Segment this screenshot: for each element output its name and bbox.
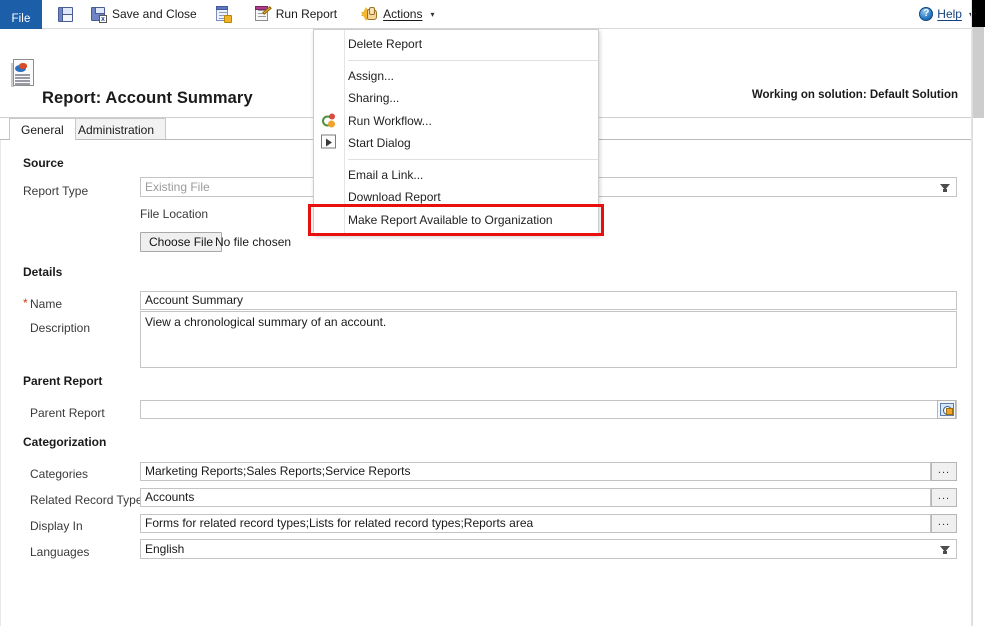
categories-label: Categories bbox=[30, 467, 88, 481]
run-report-icon bbox=[255, 6, 271, 22]
menu-item-run-workflow[interactable]: Run Workflow... bbox=[314, 110, 598, 133]
file-location-label: File Location bbox=[140, 207, 208, 221]
display-in-input[interactable]: Forms for related record types;Lists for… bbox=[140, 514, 931, 533]
actions-icon bbox=[361, 6, 378, 22]
description-label: Description bbox=[30, 321, 90, 335]
display-in-ellipsis-label: ... bbox=[938, 518, 950, 526]
tab-administration-label: Administration bbox=[78, 123, 154, 137]
menu-item-label: Email a Link... bbox=[348, 168, 423, 182]
menu-item-make-report-available-to-organization[interactable]: Make Report Available to Organization bbox=[314, 209, 598, 232]
crm-report-form-window: File x Save and Close bbox=[0, 0, 985, 626]
menu-item-start-dialog[interactable]: Start Dialog bbox=[314, 132, 598, 155]
display-in-ellipsis-button[interactable]: ... bbox=[931, 514, 957, 533]
categories-value: Marketing Reports;Sales Reports;Service … bbox=[145, 464, 410, 478]
chevron-down-stem bbox=[943, 189, 947, 192]
tab-general[interactable]: General bbox=[9, 118, 76, 140]
actions-dropdown-menu: Delete Report Assign... Sharing... Run W… bbox=[313, 29, 599, 235]
run-report-label: Run Report bbox=[276, 8, 337, 20]
required-asterisk: * bbox=[23, 296, 28, 310]
menu-item-label: Run Workflow... bbox=[348, 114, 432, 128]
chevron-down-icon: ▾ bbox=[430, 10, 434, 19]
menu-item-assign[interactable]: Assign... bbox=[314, 65, 598, 88]
section-title-categorization: Categorization bbox=[23, 435, 106, 449]
menu-item-download-report[interactable]: Download Report bbox=[314, 186, 598, 209]
vertical-scrollbar[interactable] bbox=[972, 0, 985, 626]
parent-report-input[interactable] bbox=[140, 400, 957, 419]
menu-item-sharing[interactable]: Sharing... bbox=[314, 87, 598, 110]
related-record-types-label: Related Record Types bbox=[30, 493, 149, 507]
file-menu-tab[interactable]: File bbox=[0, 0, 42, 29]
languages-label: Languages bbox=[30, 545, 89, 559]
categories-ellipsis-button[interactable]: ... bbox=[931, 462, 957, 481]
actions-menu-button[interactable]: Actions ▾ bbox=[356, 2, 439, 26]
file-menu-label: File bbox=[12, 13, 31, 25]
save-button[interactable] bbox=[54, 2, 82, 26]
save-icon bbox=[58, 7, 73, 22]
command-bar: File x Save and Close bbox=[0, 0, 985, 29]
name-label: * Name bbox=[30, 297, 62, 311]
name-input-value: Account Summary bbox=[145, 293, 243, 307]
help-button[interactable]: ? Help ▾ bbox=[919, 7, 973, 21]
name-label-text: Name bbox=[30, 297, 62, 311]
menu-item-label: Assign... bbox=[348, 69, 394, 83]
save-and-close-label: Save and Close bbox=[112, 8, 197, 20]
menu-item-label: Make Report Available to Organization bbox=[348, 213, 553, 227]
menu-item-label: Sharing... bbox=[348, 91, 399, 105]
page-title: Report: Account Summary bbox=[42, 89, 253, 108]
name-input[interactable]: Account Summary bbox=[140, 291, 957, 310]
languages-select[interactable]: English bbox=[140, 539, 957, 559]
categories-input[interactable]: Marketing Reports;Sales Reports;Service … bbox=[140, 462, 931, 481]
lookup-search-icon bbox=[940, 403, 954, 416]
menu-item-make-report-available-wrapper: Make Report Available to Organization bbox=[314, 209, 598, 232]
workflow-icon bbox=[321, 112, 338, 129]
help-icon: ? bbox=[919, 7, 933, 21]
report-type-label: Report Type bbox=[23, 184, 88, 198]
save-and-close-button[interactable]: x Save and Close bbox=[86, 2, 202, 26]
chevron-down-stem bbox=[943, 551, 947, 554]
description-textarea[interactable]: View a chronological summary of an accou… bbox=[140, 311, 957, 368]
description-value: View a chronological summary of an accou… bbox=[145, 315, 386, 329]
section-title-parent-report: Parent Report bbox=[23, 374, 102, 388]
related-record-types-ellipsis-button[interactable]: ... bbox=[931, 488, 957, 507]
report-type-value: Existing File bbox=[145, 180, 210, 194]
dialog-icon bbox=[321, 135, 338, 152]
menu-item-label: Download Report bbox=[348, 190, 441, 204]
parent-report-label: Parent Report bbox=[30, 406, 105, 420]
no-file-chosen-text: No file chosen bbox=[215, 235, 291, 249]
report-icon bbox=[11, 59, 35, 87]
display-in-value: Forms for related record types;Lists for… bbox=[145, 516, 533, 530]
menu-separator bbox=[348, 159, 598, 160]
menu-item-label: Delete Report bbox=[348, 37, 422, 51]
tab-general-label: General bbox=[21, 123, 64, 137]
parent-report-lookup-button[interactable] bbox=[937, 400, 956, 419]
save-and-new-icon bbox=[216, 6, 231, 22]
section-title-source: Source bbox=[23, 156, 64, 170]
menu-item-email-a-link[interactable]: Email a Link... bbox=[314, 164, 598, 187]
related-record-types-ellipsis-label: ... bbox=[938, 492, 950, 500]
window-top-right-corner bbox=[972, 0, 985, 27]
command-bar-items: x Save and Close Run Report bbox=[54, 0, 919, 29]
actions-menu-label: Actions bbox=[383, 8, 422, 20]
menu-item-delete-report[interactable]: Delete Report bbox=[314, 33, 598, 56]
categories-ellipsis-label: ... bbox=[938, 466, 950, 474]
related-record-types-input[interactable]: Accounts bbox=[140, 488, 931, 507]
languages-value: English bbox=[145, 542, 184, 556]
save-and-new-button[interactable] bbox=[212, 2, 240, 26]
menu-item-label: Start Dialog bbox=[348, 136, 411, 150]
run-report-button[interactable]: Run Report bbox=[250, 2, 342, 26]
save-and-close-icon: x bbox=[91, 7, 107, 22]
display-in-label: Display In bbox=[30, 519, 83, 533]
choose-file-button-label: Choose File bbox=[149, 235, 213, 249]
tab-administration[interactable]: Administration bbox=[66, 118, 166, 140]
help-label: Help bbox=[937, 7, 962, 21]
related-record-types-value: Accounts bbox=[145, 490, 194, 504]
solution-context-label: Working on solution: Default Solution bbox=[752, 89, 958, 101]
menu-separator bbox=[348, 60, 598, 61]
choose-file-button[interactable]: Choose File bbox=[140, 232, 222, 252]
section-title-details: Details bbox=[23, 265, 62, 279]
